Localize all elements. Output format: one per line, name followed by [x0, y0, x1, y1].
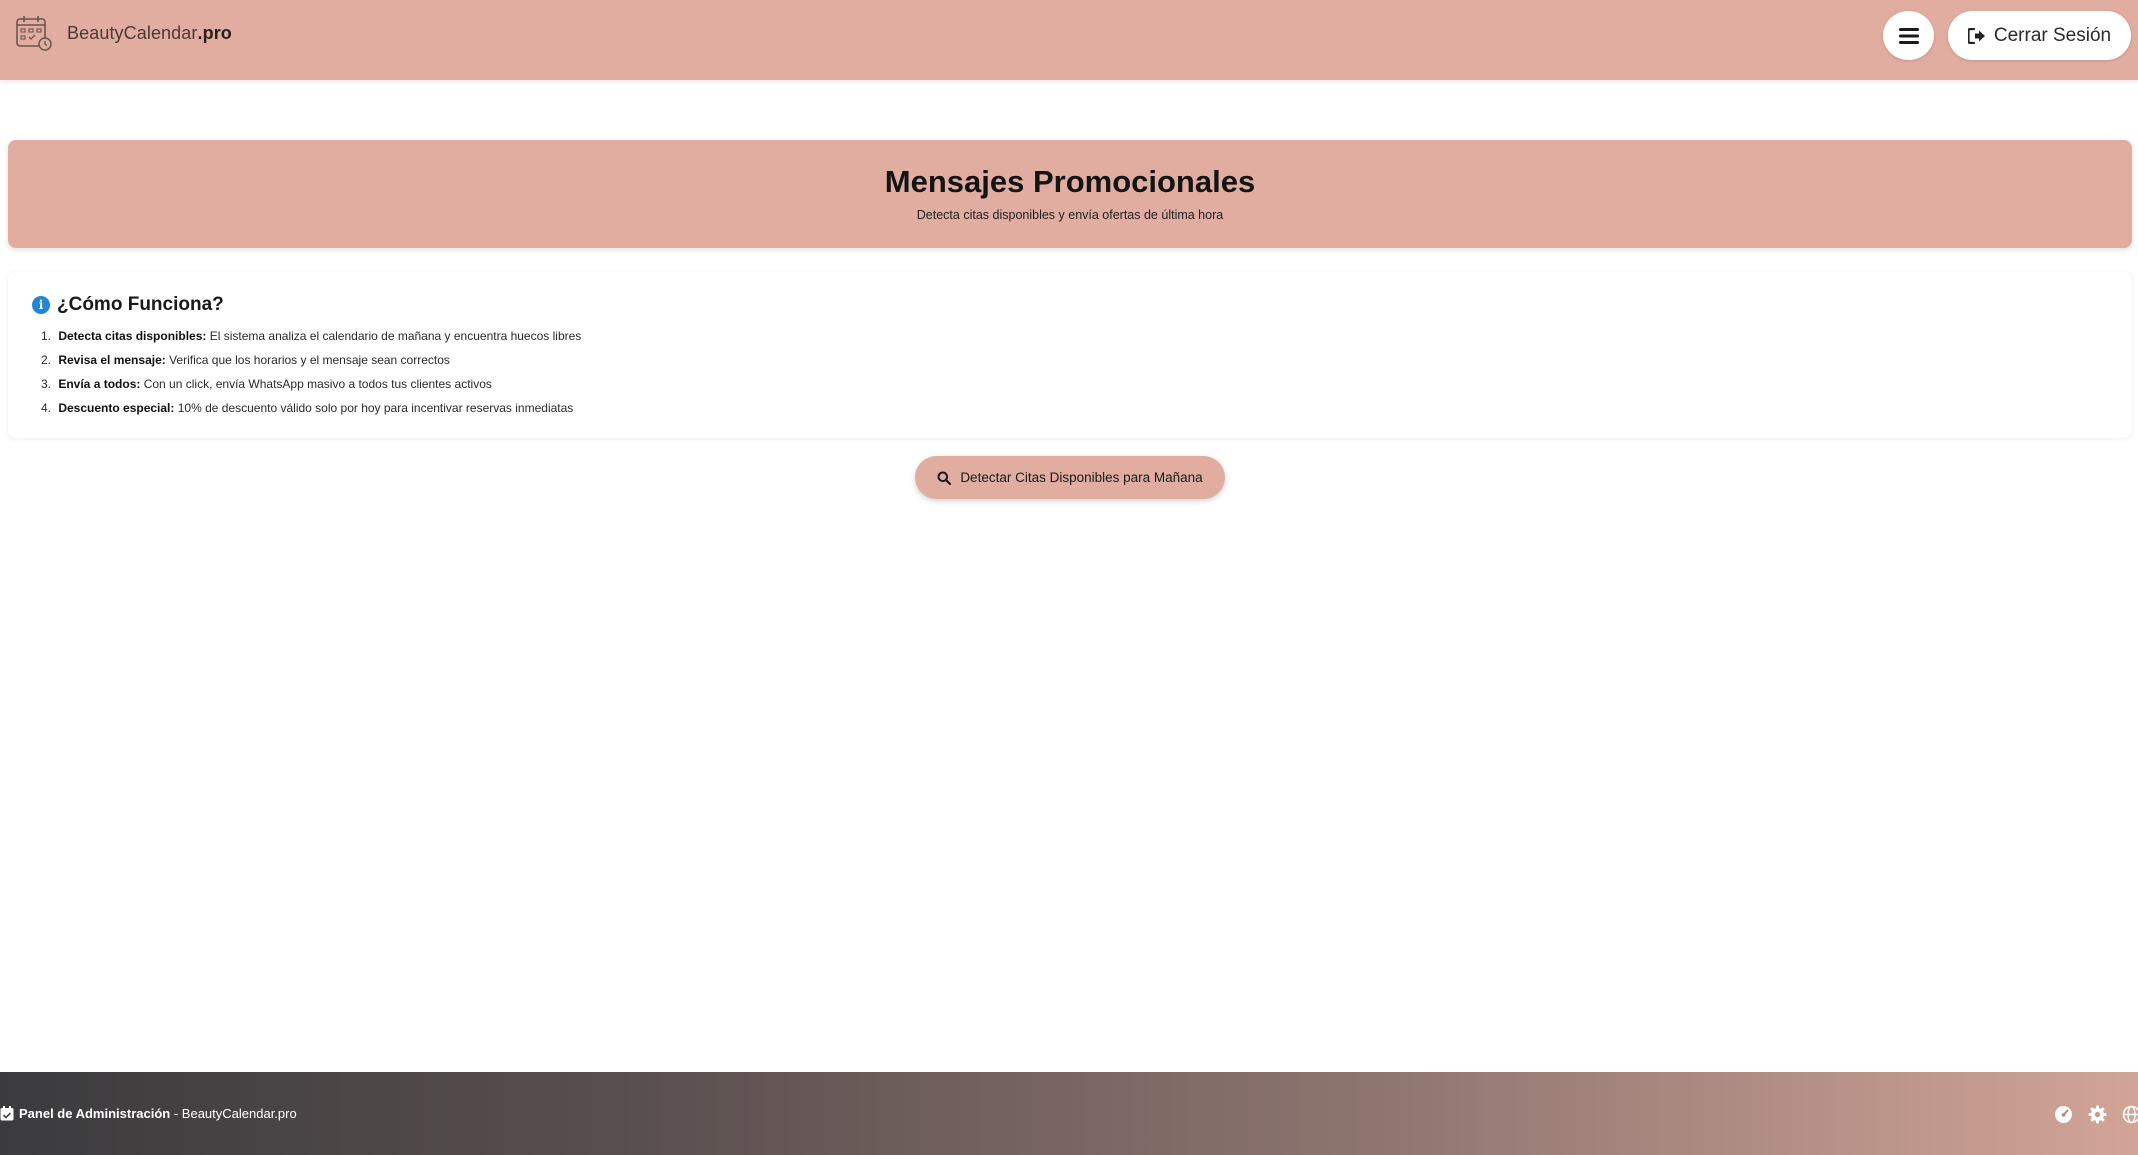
list-item: 1. Detecta citas disponibles: El sistema… — [41, 329, 582, 343]
calendar-logo-icon — [16, 16, 52, 51]
page-subtitle: Detecta citas disponibles y envía oferta… — [916, 208, 1224, 222]
info-circle-icon: i — [32, 296, 50, 314]
gear-icon[interactable] — [2088, 1105, 2107, 1124]
hamburger-menu-icon — [1898, 27, 1919, 44]
list-item: 4. Descuento especial: 10% de descuento … — [41, 401, 574, 415]
footer-separator: - — [170, 1106, 182, 1121]
menu-toggle-button[interactable] — [1883, 11, 1934, 60]
page-title: Mensajes Promocionales — [884, 164, 1256, 199]
sign-out-icon — [1967, 27, 1985, 44]
detect-button-label: Detectar Citas Disponibles para Mañana — [960, 470, 1203, 485]
brand-link[interactable]: BeautyCalendar.pro — [14, 13, 232, 53]
detect-available-slots-button[interactable]: Detectar Citas Disponibles para Mañana — [915, 456, 1225, 499]
footer-brand: Panel de Administración - BeautyCalendar… — [0, 1106, 297, 1121]
how-it-works-title: ¿Cómo Funciona? — [57, 294, 224, 315]
footer-panel-label: Panel de Administración — [19, 1106, 171, 1121]
footer-actions — [2054, 1105, 2138, 1124]
steps-list: 1. Detecta citas disponibles: El sistema… — [41, 324, 581, 420]
brand-name: BeautyCalendar.pro — [67, 22, 232, 43]
list-item: 2. Revisa el mensaje: Verifica que los h… — [41, 353, 450, 367]
top-navbar: BeautyCalendar.pro Cerrar Sesión — [0, 0, 2138, 80]
calendar-check-icon — [0, 1106, 14, 1121]
how-it-works-header: i ¿Cómo Funciona? — [32, 294, 224, 316]
logout-button[interactable]: Cerrar Sesión — [1948, 11, 2131, 60]
brand-suffix: .pro — [197, 22, 232, 43]
how-it-works-card: i ¿Cómo Funciona? 1. Detecta citas dispo… — [8, 272, 2132, 438]
page-hero: Mensajes Promocionales Detecta citas dis… — [8, 140, 2132, 248]
list-item: 3. Envía a todos: Con un click, envía Wh… — [41, 377, 492, 391]
footer-site: BeautyCalendar.pro — [181, 1106, 297, 1121]
footer: Panel de Administración - BeautyCalendar… — [0, 1072, 2138, 1155]
globe-icon[interactable] — [2122, 1105, 2138, 1124]
dashboard-icon[interactable] — [2054, 1105, 2073, 1124]
search-icon — [937, 471, 952, 485]
logout-label: Cerrar Sesión — [1993, 24, 2112, 46]
